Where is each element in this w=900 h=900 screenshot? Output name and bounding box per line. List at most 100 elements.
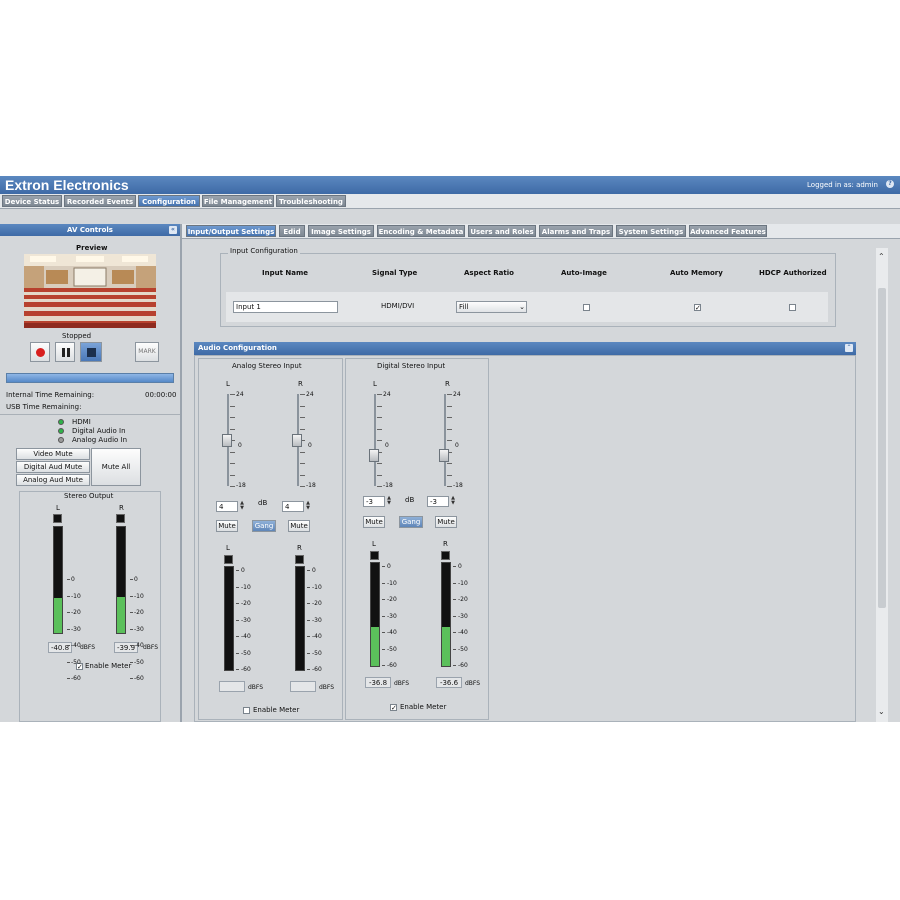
tab-file-management[interactable]: File Management (202, 195, 274, 207)
output-right-label: R (119, 504, 124, 512)
digital-right-gain-stepper-icon[interactable]: ▲ ▼ (449, 496, 457, 507)
digital-right-fader-zero: 0 (455, 442, 459, 449)
analog-left-fader-knob[interactable] (222, 434, 232, 447)
header-signal-type: Signal Type (372, 269, 418, 277)
output-scale-tick: -20 (71, 609, 81, 616)
subtab-alarms-traps[interactable]: Alarms and Traps (539, 225, 613, 237)
mute-all-button[interactable]: Mute All (91, 448, 141, 486)
analog-right-level-meter (295, 566, 305, 671)
analog-left-fader-zero: 0 (238, 442, 242, 449)
analog-left-gain-input[interactable]: 4 (216, 501, 238, 512)
output-left-unit: dBFS (80, 644, 96, 651)
digital-left-fader-track[interactable] (374, 394, 376, 486)
scroll-down-icon[interactable]: ⌄ (878, 707, 885, 716)
scroll-up-icon[interactable]: ⌃ (878, 252, 885, 261)
stop-button[interactable] (80, 342, 102, 362)
analog-left-mute-button[interactable]: Mute (216, 520, 238, 532)
subtab-users-roles[interactable]: Users and Roles (468, 225, 536, 237)
av-controls-title: AV Controls (67, 226, 113, 234)
analog-left-gain-stepper-icon[interactable]: ▲ ▼ (238, 501, 246, 512)
subtab-encoding-metadata[interactable]: Encoding & Metadata (377, 225, 465, 237)
analog-right-gain-input[interactable]: 4 (282, 501, 304, 512)
app-title: Extron Electronics (5, 177, 129, 193)
analog-left-unit: dBFS (248, 684, 264, 691)
digital-right-gain-input[interactable]: -3 (427, 496, 449, 507)
output-left-label: L (56, 504, 60, 512)
tab-recorded-events[interactable]: Recorded Events (64, 195, 136, 207)
analog-left-clip-indicator (224, 555, 233, 564)
subtab-input-output-settings[interactable]: Input/Output Settings (186, 225, 276, 237)
digital-input-title: Digital Stereo Input (377, 362, 446, 370)
digital-right-level-readout: -36.6 (436, 677, 462, 688)
input-name-field[interactable]: Input 1 (233, 301, 338, 313)
analog-left-scale-tick: -30 (241, 616, 251, 624)
digital-enable-meter-checkbox[interactable]: ✓ (390, 704, 397, 712)
analog-left-fader-max: 24 (236, 391, 244, 398)
hdcp-authorized-checkbox[interactable] (789, 304, 796, 311)
header-auto-image: Auto-Image (561, 269, 607, 277)
content-scrollbar[interactable]: ⌃ ⌄ (876, 248, 888, 722)
tab-troubleshooting[interactable]: Troubleshooting (276, 195, 346, 207)
analog-aud-mute-button[interactable]: Analog Aud Mute (16, 474, 90, 486)
pause-button[interactable] (55, 342, 75, 362)
analog-right-scale-tick: -40 (312, 633, 322, 640)
aspect-ratio-value: Fill (459, 303, 469, 311)
digital-right-mute-button[interactable]: Mute (435, 516, 457, 528)
auto-memory-checkbox[interactable]: ✓ (694, 304, 701, 312)
digital-left-level-readout: -36.8 (365, 677, 391, 688)
digital-right-fader-track[interactable] (444, 394, 446, 486)
mark-button[interactable]: MARK (135, 342, 159, 362)
analog-right-gain-stepper-icon[interactable]: ▲ ▼ (304, 501, 312, 512)
output-right-unit: dBFS (143, 644, 159, 651)
auto-image-checkbox[interactable] (583, 304, 590, 311)
analog-right-fader-knob[interactable] (292, 434, 302, 447)
hdmi-signal-label: HDMI (72, 418, 91, 426)
help-icon[interactable]: ? (886, 180, 894, 188)
digital-left-scale-tick: -60 (387, 662, 397, 669)
digital-left-gain-stepper-icon[interactable]: ▲ ▼ (385, 496, 393, 507)
collapse-left-icon[interactable]: « (169, 226, 177, 234)
digital-right-clip-indicator (441, 551, 450, 560)
analog-gang-button[interactable]: Gang (252, 520, 276, 532)
digital-right-label: R (445, 380, 450, 388)
output-scale-tick: -60 (134, 675, 144, 682)
subtab-edid[interactable]: Edid (279, 225, 305, 237)
output-scale-tick: -40 (134, 642, 144, 649)
output-scale-tick: 0 (71, 576, 75, 583)
subtab-advanced-features[interactable]: Advanced Features (689, 225, 767, 237)
collapse-audio-icon[interactable]: ⌃ (845, 344, 853, 352)
analog-right-fader-min: -18 (306, 482, 316, 489)
digital-audio-led-icon (58, 428, 64, 434)
analog-right-fader-max: 24 (306, 391, 314, 398)
digital-gang-button[interactable]: Gang (399, 516, 423, 528)
digital-left-unit: dBFS (394, 680, 410, 687)
record-button[interactable] (30, 342, 50, 362)
digital-right-fader-knob[interactable] (439, 449, 449, 462)
digital-left-gain-input[interactable]: -3 (363, 496, 385, 507)
digital-left-mute-button[interactable]: Mute (363, 516, 385, 528)
digital-meter-right-label: R (443, 540, 448, 548)
output-enable-meter-label: Enable Meter (85, 662, 132, 670)
recording-status: Stopped (62, 332, 92, 340)
analog-enable-meter-checkbox[interactable] (243, 707, 250, 714)
analog-left-scale-tick: -40 (241, 633, 251, 640)
header-hdcp-authorized: HDCP Authorized (759, 269, 827, 277)
scrollbar-thumb[interactable] (878, 288, 886, 608)
digital-right-fader-max: 24 (453, 391, 461, 398)
analog-right-mute-button[interactable]: Mute (288, 520, 310, 532)
digital-left-fader-knob[interactable] (369, 449, 379, 462)
digital-right-scale-tick: -50 (458, 645, 468, 653)
output-left-clip-indicator (53, 514, 62, 523)
tab-device-status[interactable]: Device Status (2, 195, 62, 207)
digital-aud-mute-button[interactable]: Digital Aud Mute (16, 461, 90, 473)
tab-configuration[interactable]: Configuration (138, 195, 200, 207)
digital-left-scale-tick: 0 (387, 563, 391, 570)
subtab-image-settings[interactable]: Image Settings (308, 225, 374, 237)
analog-left-level-meter (224, 566, 234, 671)
analog-left-scale-tick: -50 (241, 649, 251, 657)
output-scale-tick: -50 (134, 658, 144, 666)
video-mute-button[interactable]: Video Mute (16, 448, 90, 460)
analog-input-title: Analog Stereo Input (232, 362, 302, 370)
subtab-system-settings[interactable]: System Settings (616, 225, 686, 237)
aspect-ratio-select[interactable]: Fill ⌄ (456, 301, 527, 313)
